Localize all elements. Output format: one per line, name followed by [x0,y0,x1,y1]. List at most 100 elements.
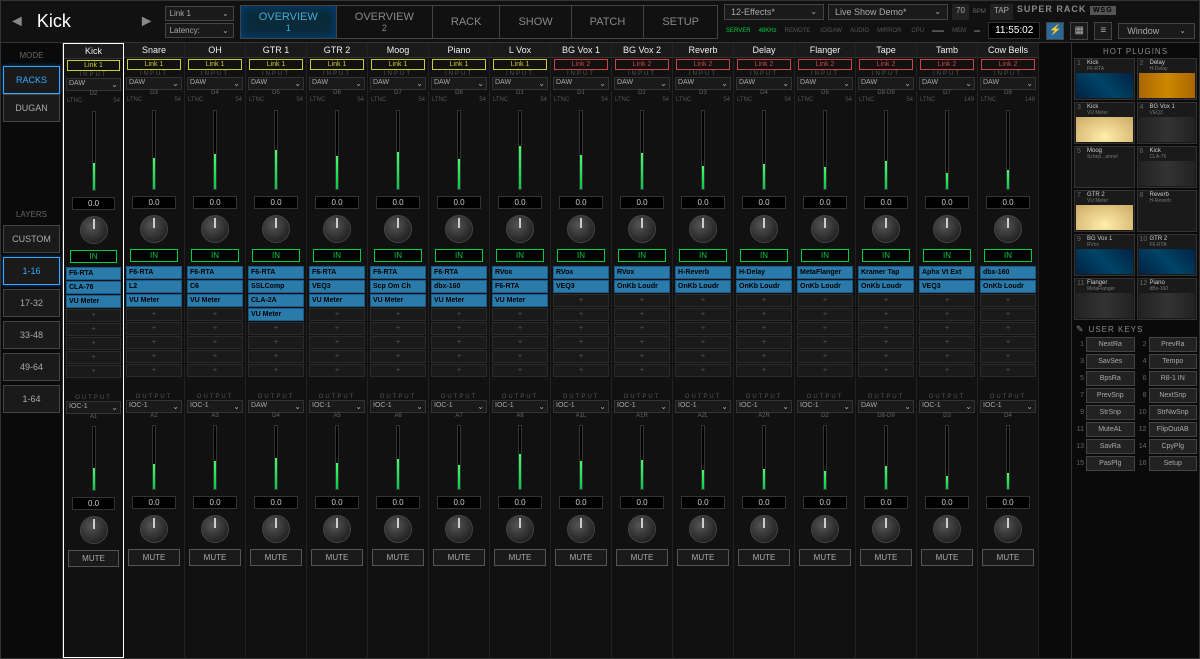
plugin-slot-empty[interactable]: + [858,322,914,335]
user-key-button[interactable]: SavRa [1086,439,1135,454]
hot-plugin-cell[interactable]: 11FlangerMetaFlanger [1074,278,1135,320]
user-key-button[interactable]: StrSnp [1086,405,1135,420]
plugin-slot-empty[interactable]: + [370,322,426,335]
plugin-slot[interactable]: F6-RTA [126,266,182,279]
hot-plugin-cell[interactable]: 6KickCLA-76 [1137,146,1198,188]
plugin-slot-empty[interactable]: + [858,336,914,349]
plugin-slot-empty[interactable]: + [980,294,1036,307]
plugin-slot-empty[interactable]: + [736,322,792,335]
in-button[interactable]: IN [862,249,910,262]
plugin-slot-empty[interactable]: + [492,364,548,377]
plugin-slot-empty[interactable]: + [980,364,1036,377]
hot-plugin-cell[interactable]: 8ReverbH-Reverb [1137,190,1198,232]
plugin-slot[interactable]: OnKb Loudr [797,280,853,293]
in-button[interactable]: IN [70,250,117,263]
input-source-select[interactable]: DAW⌄ [614,77,670,90]
plugin-slot-empty[interactable]: + [309,364,365,377]
channel-strip[interactable]: Cow BellsLink 2INPUTDAW⌄D8LTNC1490.0INdb… [978,43,1039,658]
plugin-slot-empty[interactable]: + [675,308,731,321]
plugin-slot[interactable]: F6-RTA [431,266,487,279]
link-select[interactable]: Link 1⌄ [165,6,234,21]
plugin-slot-empty[interactable]: + [431,364,487,377]
input-gain-knob[interactable] [384,215,412,243]
next-channel-arrow[interactable]: ► [135,9,159,35]
input-gain-knob[interactable] [628,215,656,243]
plugin-slot-empty[interactable]: + [797,364,853,377]
mode-dugan[interactable]: DUGAN [3,94,60,122]
input-gain-knob[interactable] [689,215,717,243]
in-button[interactable]: IN [496,249,544,262]
plugin-slot-empty[interactable]: + [553,308,609,321]
output-gain-knob[interactable] [628,515,656,543]
input-source-select[interactable]: DAW⌄ [309,77,365,90]
plugin-slot-empty[interactable]: + [66,337,121,350]
output-gain-knob[interactable] [262,515,290,543]
plugin-slot-empty[interactable]: + [675,322,731,335]
plugin-slot[interactable]: VU Meter [492,294,548,307]
plugin-slot-empty[interactable]: + [126,308,182,321]
plugin-slot-empty[interactable]: + [858,308,914,321]
channel-strip[interactable]: BG Vox 1Link 2INPUTDAW⌄D1LTNC540.0INRVox… [551,43,612,658]
plugin-slot-empty[interactable]: + [675,364,731,377]
plugin-slot-empty[interactable]: + [431,308,487,321]
mute-button[interactable]: MUTE [860,549,912,566]
in-button[interactable]: IN [130,249,178,262]
output-source-select[interactable]: IOC-1⌄ [553,400,609,413]
plugin-slot-empty[interactable]: + [797,308,853,321]
plugin-slot-empty[interactable]: + [797,294,853,307]
plugin-slot[interactable]: RVox [553,266,609,279]
user-key-button[interactable]: StrNwSnp [1149,405,1198,420]
layer-1-64[interactable]: 1-64 [3,385,60,413]
plugin-slot[interactable]: F6-RTA [370,266,426,279]
window-select[interactable]: Window⌄ [1118,23,1195,39]
plugin-slot[interactable]: VU Meter [126,294,182,307]
user-key-button[interactable]: NextSnp [1149,388,1198,403]
user-key-button[interactable]: PrevSnp [1086,388,1135,403]
output-source-select[interactable]: IOC-1⌄ [431,400,487,413]
output-source-select[interactable]: IOC-1⌄ [797,400,853,413]
plugin-slot-empty[interactable]: + [797,350,853,363]
plugin-slot[interactable]: F6-RTA [309,266,365,279]
plugin-slot-empty[interactable]: + [675,350,731,363]
tab-patch[interactable]: PATCH [572,6,645,38]
in-button[interactable]: IN [252,249,300,262]
input-gain-knob[interactable] [262,215,290,243]
mute-button[interactable]: MUTE [494,549,546,566]
input-source-select[interactable]: DAW⌄ [675,77,731,90]
input-gain-knob[interactable] [140,215,168,243]
user-key-button[interactable]: MuteAL [1086,422,1135,437]
plugin-slot-empty[interactable]: + [553,350,609,363]
input-source-select[interactable]: DAW⌄ [431,77,487,90]
plugin-slot[interactable]: RVox [492,266,548,279]
mute-button[interactable]: MUTE [982,549,1034,566]
channel-strip[interactable]: TambLink 2INPUTDAW⌄D7LTNC1490.0INAphx Vt… [917,43,978,658]
input-source-select[interactable]: DAW⌄ [919,77,975,90]
plugin-slot[interactable]: VU Meter [309,294,365,307]
plugin-slot-empty[interactable]: + [126,322,182,335]
user-key-button[interactable]: Tempo [1149,354,1198,369]
plugin-slot[interactable]: CLA-2A [248,294,304,307]
user-key-button[interactable]: NextRa [1086,337,1135,352]
input-gain-knob[interactable] [80,216,108,244]
plugin-slot-empty[interactable]: + [492,308,548,321]
plugin-slot-empty[interactable]: + [66,351,121,364]
hot-plugin-cell[interactable]: 12PianodBx-160 [1137,278,1198,320]
layer-49-64[interactable]: 49-64 [3,353,60,381]
plugin-slot-empty[interactable]: + [919,322,975,335]
mute-button[interactable]: MUTE [433,549,485,566]
plugin-slot-empty[interactable]: + [309,308,365,321]
input-gain-knob[interactable] [567,215,595,243]
plugin-slot-empty[interactable]: + [614,308,670,321]
plugin-slot[interactable]: Kramer Tap [858,266,914,279]
hot-plugin-cell[interactable]: 9BG Vox 1RVox [1074,234,1135,276]
plugin-slot[interactable]: OnKb Loudr [736,280,792,293]
channel-strip[interactable]: OHLink 1INPUTDAW⌄D4LTNC540.0INF6-RTAC6VU… [185,43,246,658]
channel-strip[interactable]: FlangerLink 2INPUTDAW⌄D5LTNC540.0INMetaF… [795,43,856,658]
plugin-slot[interactable]: OnKb Loudr [858,280,914,293]
plugin-slot[interactable]: RVox [614,266,670,279]
plugin-slot[interactable]: OnKb Loudr [614,280,670,293]
input-gain-knob[interactable] [933,215,961,243]
plugin-slot-empty[interactable]: + [553,294,609,307]
mute-button[interactable]: MUTE [555,549,607,566]
tab-show[interactable]: SHOW [500,6,571,38]
